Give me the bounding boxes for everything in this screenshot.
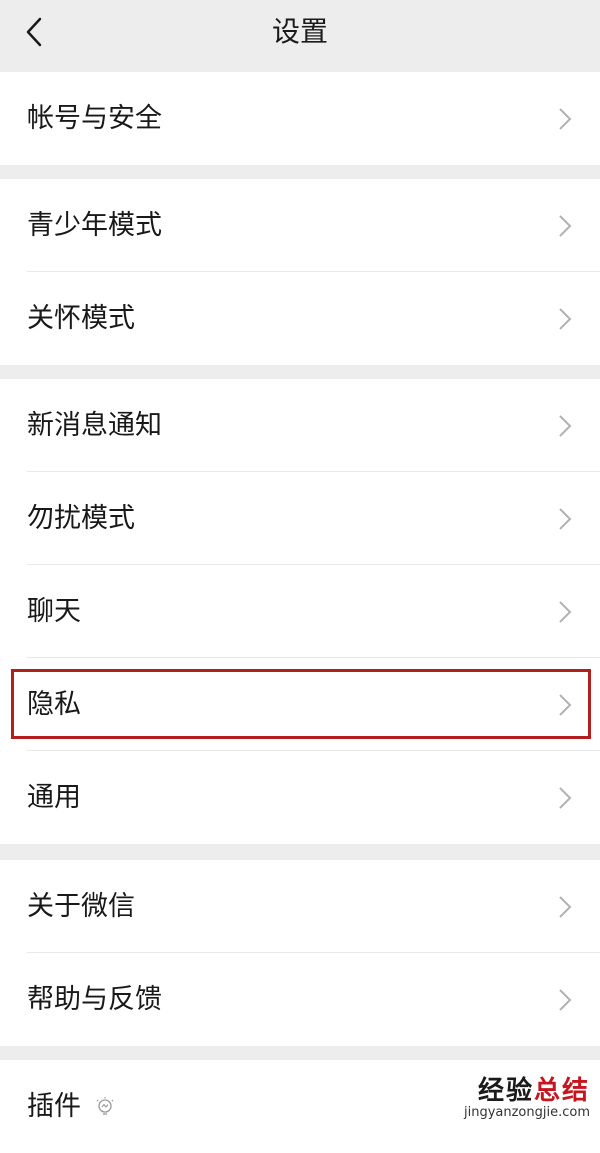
- settings-item-about-wechat[interactable]: 关于微信: [0, 860, 600, 953]
- settings-group-about: 关于微信 帮助与反馈: [0, 860, 600, 1046]
- settings-item-privacy[interactable]: 隐私: [0, 658, 600, 751]
- chevron-right-icon: [559, 508, 572, 530]
- settings-item-label: 聊天: [27, 596, 81, 627]
- settings-item-help-feedback[interactable]: 帮助与反馈: [0, 953, 600, 1046]
- chevron-right-icon: [559, 896, 572, 918]
- settings-item-teen-mode[interactable]: 青少年模式: [0, 179, 600, 272]
- chevron-right-icon: [559, 108, 572, 130]
- watermark-title: 经验总结: [464, 1077, 590, 1105]
- chevron-right-icon: [559, 215, 572, 237]
- settings-item-label: 帐号与安全: [27, 103, 162, 134]
- chevron-right-icon: [559, 415, 572, 437]
- chevron-right-icon: [559, 601, 572, 623]
- page-title: 设置: [271, 15, 328, 48]
- settings-group-modes: 青少年模式 关怀模式: [0, 179, 600, 365]
- watermark: 经验总结 jingyanzongjie.com: [464, 1077, 590, 1120]
- settings-item-label: 插件: [27, 1091, 81, 1122]
- settings-item-chat[interactable]: 聊天: [0, 565, 600, 658]
- settings-item-label: 帮助与反馈: [27, 984, 162, 1015]
- settings-group-general: 新消息通知 勿扰模式 聊天 隐私 通用: [0, 379, 600, 844]
- settings-item-label: 关于微信: [27, 891, 135, 922]
- settings-item-account-security[interactable]: 帐号与安全: [0, 72, 600, 165]
- chevron-right-icon: [559, 694, 572, 716]
- nav-bar: 设置: [0, 0, 600, 70]
- chevron-right-icon: [559, 989, 572, 1011]
- settings-group-account: 帐号与安全: [0, 72, 600, 165]
- lightbulb-icon: [96, 1097, 114, 1115]
- settings-item-label: 勿扰模式: [27, 503, 135, 534]
- settings-item-label: 关怀模式: [27, 303, 135, 334]
- watermark-title-b: 总结: [533, 1076, 590, 1106]
- settings-item-do-not-disturb[interactable]: 勿扰模式: [0, 472, 600, 565]
- settings-item-label: 隐私: [27, 689, 81, 720]
- settings-item-label: 青少年模式: [27, 210, 162, 241]
- chevron-right-icon: [559, 308, 572, 330]
- settings-item-notifications[interactable]: 新消息通知: [0, 379, 600, 472]
- settings-item-label: 通用: [27, 782, 81, 813]
- settings-item-label: 新消息通知: [27, 410, 162, 441]
- chevron-right-icon: [559, 787, 572, 809]
- watermark-title-a: 经验: [477, 1076, 534, 1106]
- settings-item-care-mode[interactable]: 关怀模式: [0, 272, 600, 365]
- watermark-url: jingyanzongjie.com: [463, 1105, 590, 1120]
- settings-item-general[interactable]: 通用: [0, 751, 600, 844]
